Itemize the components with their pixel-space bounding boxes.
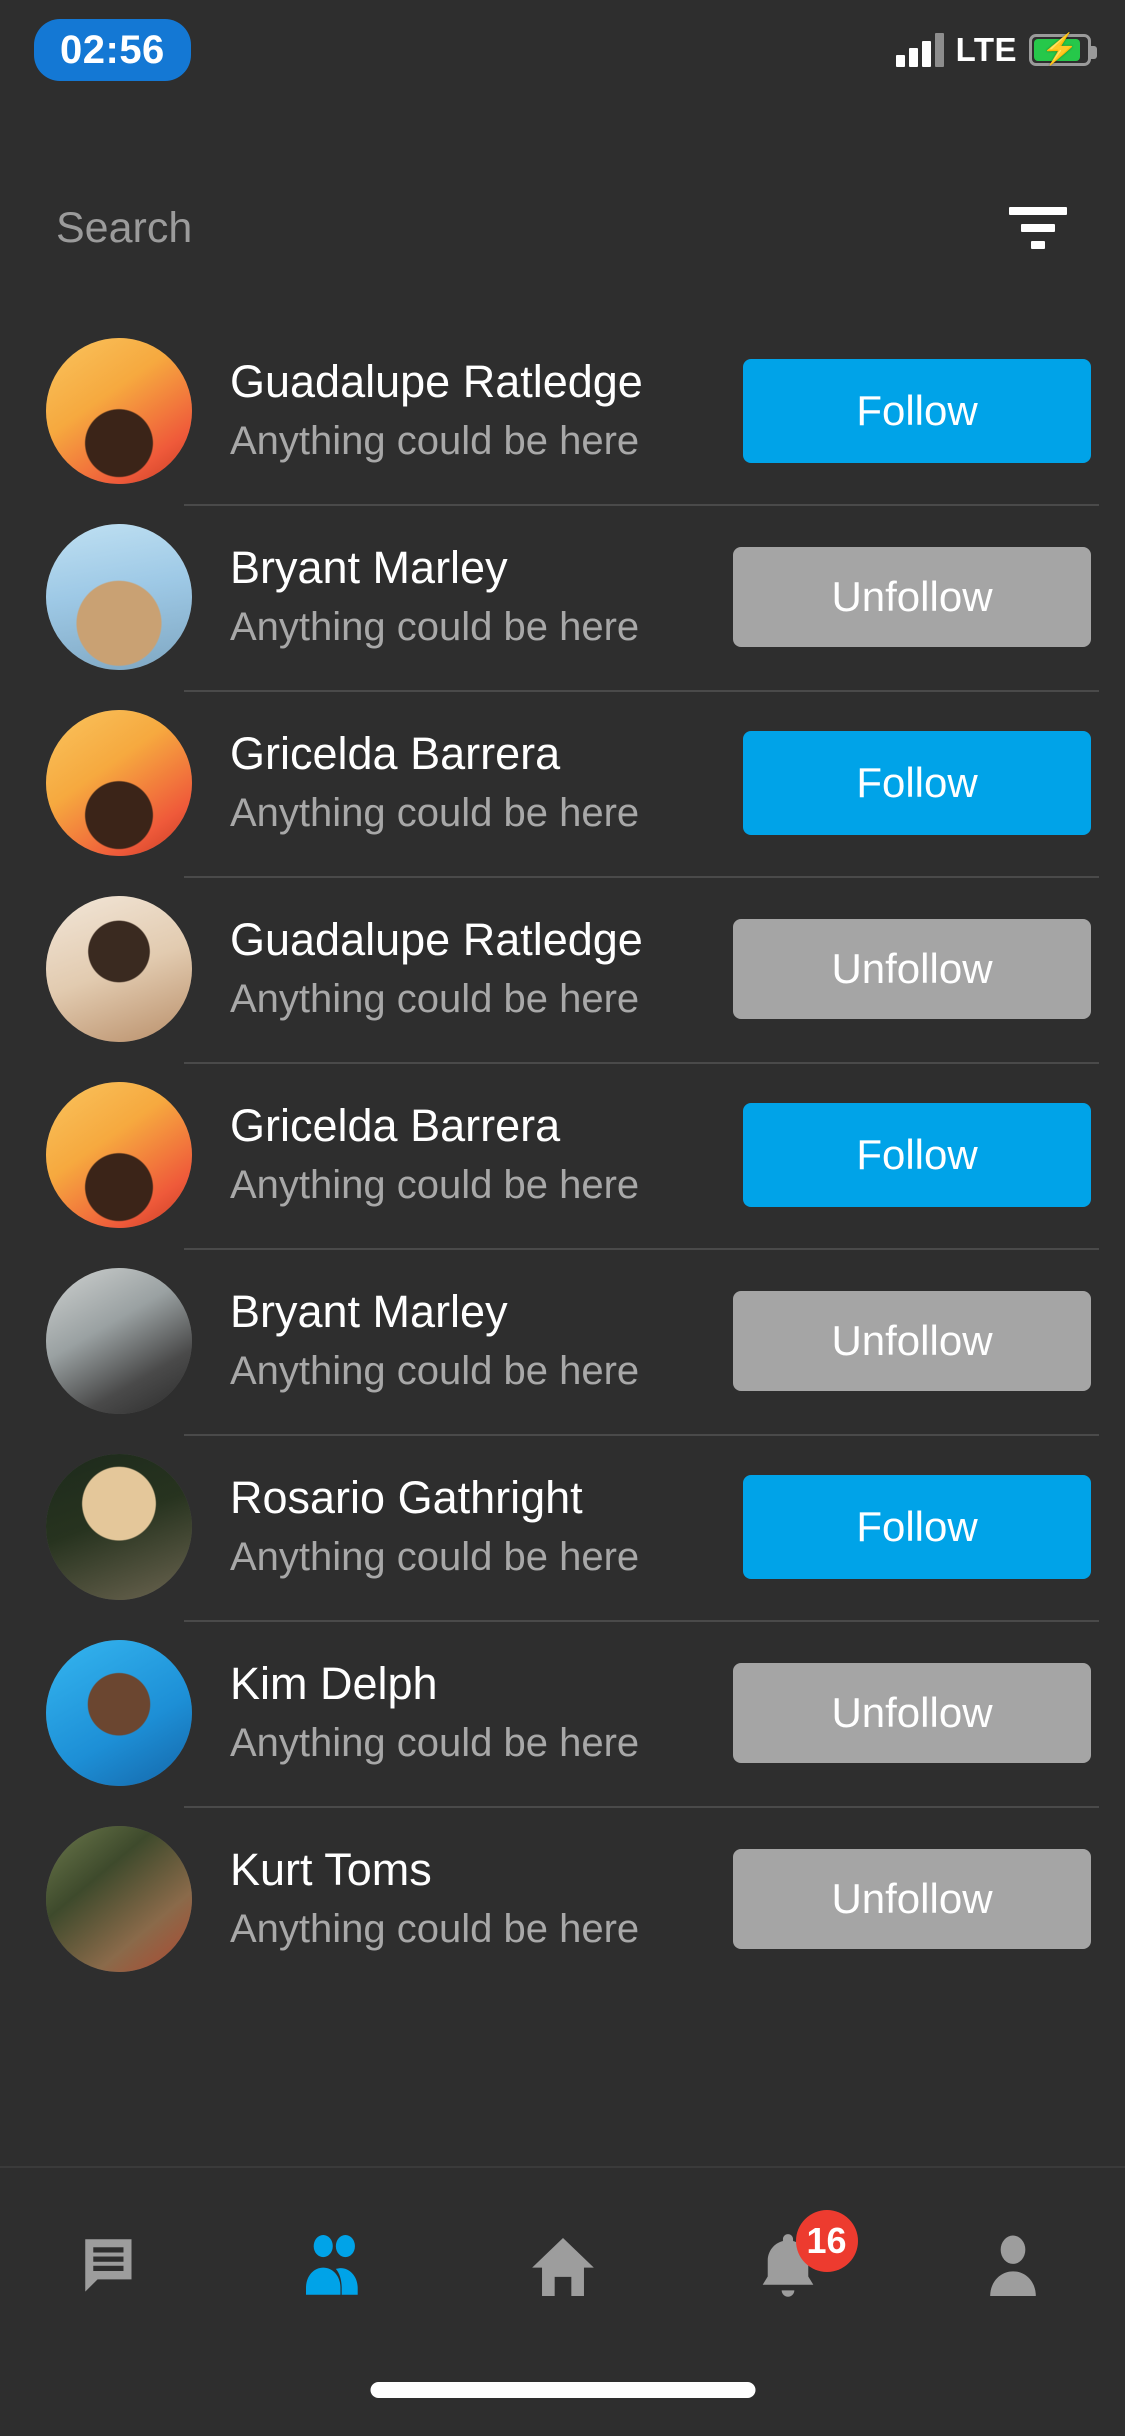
chat-icon (84, 2239, 131, 2292)
list-item-text: Kim Delph Anything could be here (192, 1657, 733, 1770)
avatar[interactable] (46, 1082, 192, 1228)
list-item[interactable]: Guadalupe Ratledge Anything could be here… (0, 876, 1125, 1062)
cellular-signal-icon (895, 33, 944, 67)
user-name: Kim Delph (230, 1657, 438, 1709)
app-screen: 02:56 LTE ⚡ Guadalupe Ratledge Anything c… (0, 0, 1125, 2436)
list-item-text: Guadalupe Ratledge Anything could be here (192, 355, 743, 468)
user-list[interactable]: Guadalupe Ratledge Anything could be here… (0, 318, 1125, 2166)
unfollow-button[interactable]: Unfollow (733, 1663, 1091, 1763)
list-item-text: Bryant Marley Anything could be here (192, 1285, 733, 1398)
list-item-text: Bryant Marley Anything could be here (192, 541, 733, 654)
user-subtitle: Anything could be here (230, 1349, 640, 1394)
user-name: Gricelda Barrera (230, 727, 561, 779)
follow-button[interactable]: Follow (743, 359, 1091, 463)
battery-charging-icon: ⚡ (1029, 34, 1097, 66)
follow-button[interactable]: Follow (743, 1103, 1091, 1207)
notification-badge: 16 (795, 2210, 858, 2272)
unfollow-button[interactable]: Unfollow (733, 1849, 1091, 1949)
list-item[interactable]: Bryant Marley Anything could be here Unfol… (0, 1248, 1125, 1434)
avatar-blue-bg (46, 1640, 192, 1786)
list-item[interactable]: Kurt Toms Anything could be here Unfollow (0, 1806, 1125, 1992)
bottom-tab-bar: 16 (0, 2166, 1125, 2436)
user-subtitle: Anything could be here (230, 791, 640, 836)
person-icon (989, 2235, 1036, 2296)
tab-profile[interactable] (900, 2212, 1125, 2322)
user-subtitle: Anything could be here (230, 1163, 640, 1208)
avatar[interactable] (46, 1454, 192, 1600)
avatar[interactable] (46, 338, 192, 484)
user-subtitle: Anything could be here (230, 1721, 640, 1766)
user-name: Guadalupe Ratledge (230, 913, 643, 965)
list-item-text: Gricelda Barrera Anything could be here (192, 1099, 743, 1212)
user-name: Bryant Marley (230, 1285, 508, 1337)
avatar[interactable] (46, 896, 192, 1042)
home-icon (531, 2238, 594, 2296)
avatar[interactable] (46, 710, 192, 856)
home-indicator (370, 2382, 755, 2398)
user-name: Bryant Marley (230, 541, 508, 593)
list-item-text: Rosario Gathright Anything could be here (192, 1471, 743, 1584)
avatar-cream-smile (46, 896, 192, 1042)
list-item[interactable]: Rosario Gathright Anything could be here F… (0, 1434, 1125, 1620)
avatar[interactable] (46, 524, 192, 670)
status-indicators: LTE ⚡ (895, 31, 1097, 69)
status-time: 02:56 (34, 19, 191, 81)
user-subtitle: Anything could be here (230, 977, 640, 1022)
user-subtitle: Anything could be here (230, 1535, 640, 1580)
user-name: Gricelda Barrera (230, 1099, 561, 1151)
search-header (0, 178, 1125, 278)
avatar-orange-portrait (46, 338, 192, 484)
avatar-forest (46, 1826, 192, 1972)
list-item-text: Kurt Toms Anything could be here (192, 1843, 733, 1956)
unfollow-button[interactable]: Unfollow (733, 547, 1091, 647)
avatar[interactable] (46, 1826, 192, 1972)
user-subtitle: Anything could be here (230, 1907, 640, 1952)
user-name: Guadalupe Ratledge (230, 355, 643, 407)
avatar-blonde-sky (46, 524, 192, 670)
unfollow-button[interactable]: Unfollow (733, 1291, 1091, 1391)
avatar-plane-gray (46, 1268, 192, 1414)
list-item[interactable]: Bryant Marley Anything could be here Unfol… (0, 504, 1125, 690)
search-input[interactable] (56, 203, 1007, 253)
avatar[interactable] (46, 1268, 192, 1414)
list-item-text: Gricelda Barrera Anything could be here (192, 727, 743, 840)
avatar-orange-portrait (46, 710, 192, 856)
list-item-text: Guadalupe Ratledge Anything could be here (192, 913, 733, 1026)
filter-icon[interactable] (1007, 207, 1069, 249)
tab-notifications[interactable]: 16 (675, 2210, 900, 2322)
follow-button[interactable]: Follow (743, 731, 1091, 835)
avatar-glasses-dark (46, 1454, 192, 1600)
avatar-orange-portrait (46, 1082, 192, 1228)
user-subtitle: Anything could be here (230, 419, 640, 464)
user-subtitle: Anything could be here (230, 605, 640, 650)
list-item[interactable]: Kim Delph Anything could be here Unfollow (0, 1620, 1125, 1806)
user-name: Rosario Gathright (230, 1471, 583, 1523)
tab-people[interactable] (225, 2212, 450, 2322)
list-item[interactable]: Gricelda Barrera Anything could be here Fo… (0, 690, 1125, 876)
unfollow-button[interactable]: Unfollow (733, 919, 1091, 1019)
network-type-label: LTE (955, 31, 1017, 68)
list-item[interactable]: Gricelda Barrera Anything could be here Fo… (0, 1062, 1125, 1248)
avatar[interactable] (46, 1640, 192, 1786)
people-icon (305, 2235, 358, 2295)
follow-button[interactable]: Follow (743, 1475, 1091, 1579)
tab-home[interactable] (450, 2212, 675, 2322)
user-name: Kurt Toms (230, 1843, 432, 1895)
list-item[interactable]: Guadalupe Ratledge Anything could be here… (0, 318, 1125, 504)
status-bar: 02:56 LTE ⚡ (0, 0, 1125, 100)
tab-messages[interactable] (0, 2212, 225, 2322)
